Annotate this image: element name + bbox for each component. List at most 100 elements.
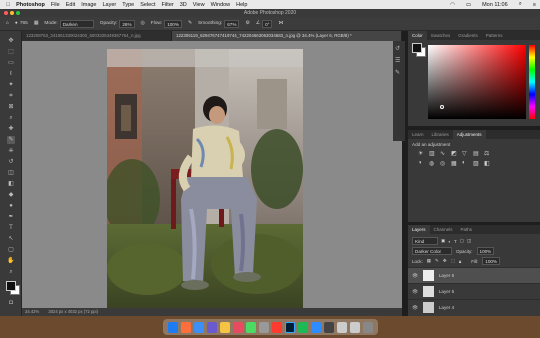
- menu-file[interactable]: File: [51, 2, 60, 8]
- color-balance-icon[interactable]: ⚖: [484, 150, 492, 157]
- tab-layers[interactable]: Layers: [408, 225, 430, 234]
- visibility-eye-icon[interactable]: 👁︎: [412, 273, 418, 279]
- spotify-icon[interactable]: [297, 321, 308, 333]
- menu-icon[interactable]: ≡: [533, 2, 536, 8]
- history-brush-tool-icon[interactable]: ↺: [7, 158, 15, 166]
- zoom-level[interactable]: 34.42%: [25, 309, 39, 314]
- frame-tool-icon[interactable]: ⊠: [7, 103, 15, 111]
- angle-field[interactable]: 0°: [262, 19, 273, 28]
- curves-icon[interactable]: ∿: [440, 150, 448, 157]
- artboard-tool-icon[interactable]: ⬚: [7, 48, 15, 56]
- type-tool-icon[interactable]: T: [7, 224, 15, 232]
- pressure-opacity-icon[interactable]: ◎: [141, 21, 145, 26]
- quick-select-tool-icon[interactable]: ✦: [7, 81, 15, 89]
- marquee-tool-icon[interactable]: ▭: [7, 59, 15, 67]
- zoom-tool-icon[interactable]: ⌕: [7, 268, 15, 276]
- path-select-tool-icon[interactable]: ↖: [7, 235, 15, 243]
- wifi-icon[interactable]: ◠: [450, 2, 455, 8]
- menu-help[interactable]: Help: [236, 2, 247, 8]
- menu-window[interactable]: Window: [211, 2, 231, 8]
- hand-tool-icon[interactable]: ✋: [7, 257, 15, 265]
- lock-artboard-icon[interactable]: ⬚: [451, 258, 455, 264]
- brush-settings-icon[interactable]: ✎: [395, 69, 403, 77]
- layer-name[interactable]: Layer 6: [439, 273, 454, 278]
- blur-tool-icon[interactable]: ◆: [7, 191, 15, 199]
- properties-icon[interactable]: ☰: [395, 57, 403, 65]
- document-icon[interactable]: [336, 321, 347, 333]
- color-picker-marker[interactable]: [440, 105, 444, 109]
- layer-kind-filter[interactable]: Kind: [412, 237, 438, 245]
- lock-move-icon[interactable]: ✥: [443, 258, 447, 264]
- black-white-icon[interactable]: ◑: [418, 160, 426, 167]
- notes-icon[interactable]: [219, 321, 230, 333]
- opacity-field[interactable]: 26%: [119, 19, 135, 28]
- trash-icon[interactable]: [362, 321, 373, 333]
- panel-fg-swatch[interactable]: [412, 43, 422, 53]
- lock-pixels-icon[interactable]: ▦: [427, 258, 431, 264]
- history-icon[interactable]: ↺: [395, 45, 403, 53]
- filter-smart-icon[interactable]: ◫: [467, 238, 471, 244]
- settings-gear-icon[interactable]: ⚙: [245, 21, 249, 26]
- finder-icon[interactable]: [167, 321, 178, 333]
- menu-3d[interactable]: 3D: [180, 2, 187, 8]
- tab-paths[interactable]: Paths: [457, 225, 477, 234]
- tab-gradients[interactable]: Gradients: [454, 31, 482, 40]
- clock[interactable]: Mon 11:06: [482, 2, 508, 8]
- zoom-button[interactable]: [16, 11, 20, 15]
- hue-saturation-icon[interactable]: ▤: [473, 150, 481, 157]
- tab-adjustments[interactable]: Adjustments: [452, 130, 486, 139]
- mode-select[interactable]: Darken: [59, 19, 94, 28]
- settings-icon[interactable]: [258, 321, 269, 333]
- battery-icon[interactable]: ▭: [466, 2, 471, 8]
- crop-tool-icon[interactable]: ⌗: [7, 92, 15, 100]
- healing-tool-icon[interactable]: ✚: [7, 125, 15, 133]
- menu-filter[interactable]: Filter: [162, 2, 174, 8]
- hue-slider[interactable]: [529, 45, 535, 119]
- eraser-tool-icon[interactable]: ◫: [7, 169, 15, 177]
- safari-icon[interactable]: [193, 321, 204, 333]
- menu-select[interactable]: Select: [140, 2, 155, 8]
- app-icon-4[interactable]: [206, 321, 217, 333]
- document-image[interactable]: [107, 49, 303, 308]
- app-icon-13[interactable]: [323, 321, 334, 333]
- menu-edit[interactable]: Edit: [66, 2, 75, 8]
- tab-patterns[interactable]: Patterns: [482, 31, 507, 40]
- tab-swatches[interactable]: Swatches: [427, 31, 455, 40]
- apple-icon[interactable]: : [6, 2, 10, 8]
- photoshop-icon[interactable]: [284, 321, 295, 333]
- tab-channels[interactable]: Channels: [430, 225, 457, 234]
- move-tool-icon[interactable]: ✥: [7, 37, 15, 45]
- dodge-tool-icon[interactable]: ●: [7, 202, 15, 210]
- chrome-icon[interactable]: [180, 321, 191, 333]
- canvas-area[interactable]: [22, 41, 402, 308]
- foreground-color-swatch[interactable]: [6, 281, 16, 291]
- airbrush-icon[interactable]: ✎: [188, 21, 192, 26]
- acrobat-icon[interactable]: [271, 321, 282, 333]
- eyedropper-tool-icon[interactable]: ⌕: [7, 114, 15, 122]
- quick-mask-icon[interactable]: ◘: [7, 299, 15, 307]
- flow-field[interactable]: 100%: [164, 19, 182, 28]
- layer-row-4[interactable]: 👁︎ Layer 4: [408, 299, 540, 315]
- vibrance-icon[interactable]: ▽: [462, 150, 470, 157]
- photo-filter-icon[interactable]: ◍: [429, 160, 437, 167]
- filter-shape-icon[interactable]: ▢: [460, 238, 464, 244]
- clone-stamp-tool-icon[interactable]: ⎈: [7, 147, 15, 155]
- pen-tool-icon[interactable]: ✒: [7, 213, 15, 221]
- brightness-icon[interactable]: ☀: [418, 150, 426, 157]
- menu-image[interactable]: Image: [81, 2, 96, 8]
- color-lookup-icon[interactable]: ▦: [451, 160, 459, 167]
- search-icon[interactable]: ⌕: [519, 1, 522, 8]
- visibility-eye-icon[interactable]: 👁︎: [412, 289, 418, 295]
- menu-app[interactable]: Photoshop: [16, 2, 45, 8]
- channel-mixer-icon[interactable]: ◎: [440, 160, 448, 167]
- lock-all-icon[interactable]: 🔒︎: [459, 259, 461, 264]
- threshold-icon[interactable]: ◧: [484, 160, 492, 167]
- filter-pixel-icon[interactable]: ▣: [441, 238, 445, 244]
- zoom-app-icon[interactable]: [310, 321, 321, 333]
- posterize-icon[interactable]: ▨: [473, 160, 481, 167]
- gradient-tool-icon[interactable]: ◧: [7, 180, 15, 188]
- tab-learn[interactable]: Learn: [408, 130, 428, 139]
- layer-opacity-field[interactable]: 100%: [476, 247, 495, 255]
- brush-preset-picker[interactable]: ● 765: [15, 21, 28, 26]
- brush-tool-icon[interactable]: ✎: [7, 136, 15, 144]
